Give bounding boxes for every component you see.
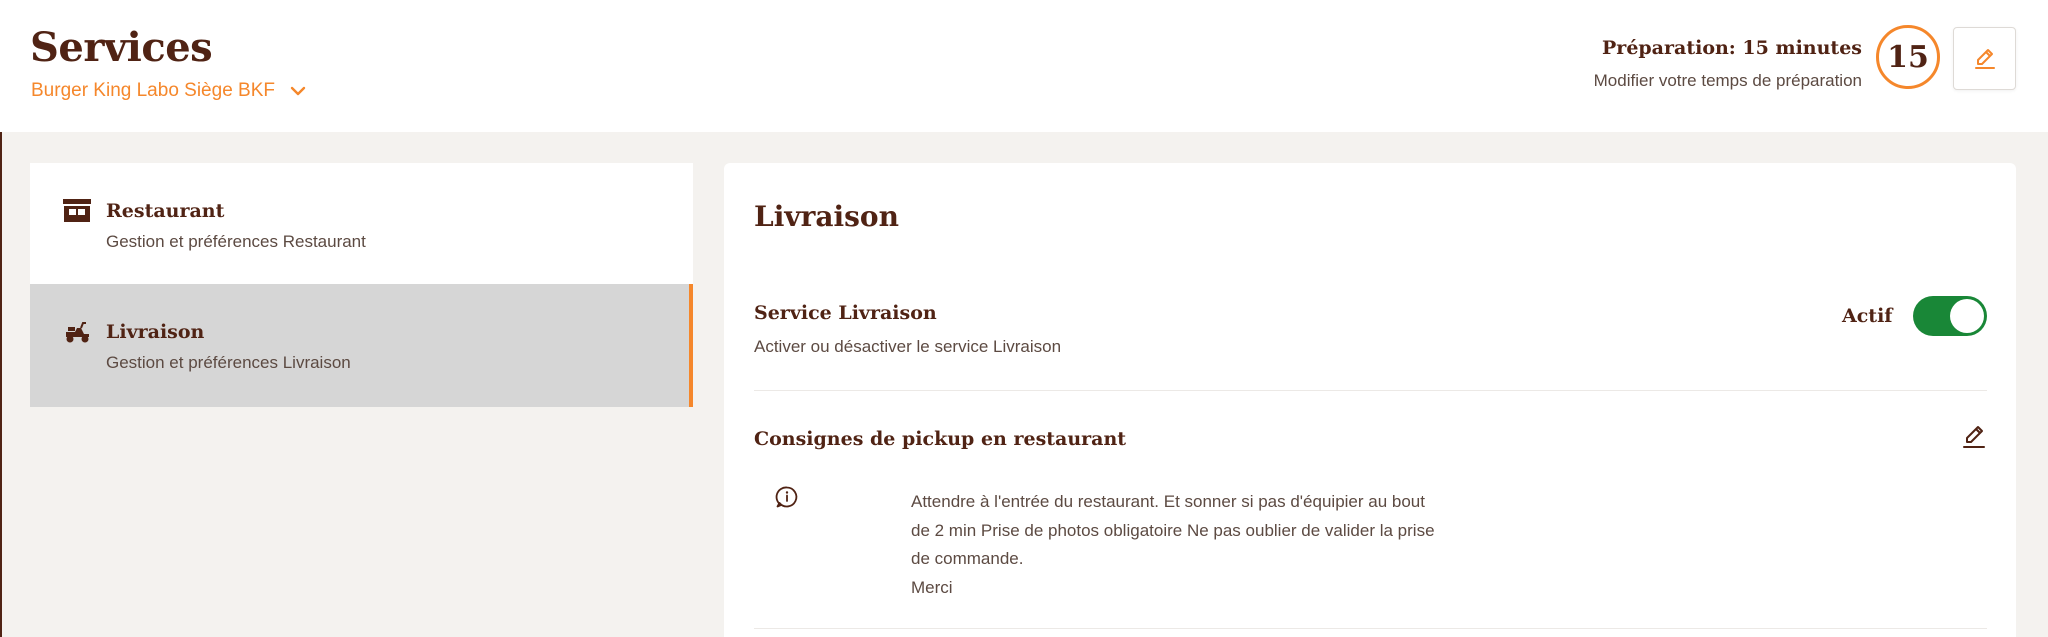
scooter-icon: [66, 322, 89, 343]
service-status-label: Actif: [1842, 305, 1893, 327]
sidebar-item-livraison[interactable]: Livraison Gestion et préférences Livrais…: [30, 284, 693, 407]
preparation-minutes-badge: 15: [1876, 25, 1940, 89]
preparation-subtitle: Modifier votre temps de préparation: [1593, 71, 1862, 90]
preparation-info: Préparation: 15 minutes Modifier votre t…: [1594, 37, 1862, 91]
sidebar-item-title: Restaurant: [106, 200, 225, 222]
edit-pickup-icon[interactable]: [1960, 423, 1988, 451]
chevron-down-icon: [290, 86, 306, 96]
store-icon: [63, 199, 91, 222]
services-sidebar: Restaurant Gestion et préférences Restau…: [30, 163, 693, 407]
panel-title: Livraison: [754, 200, 899, 233]
restaurant-selector[interactable]: Burger King Labo Siège BKF: [31, 80, 307, 102]
restaurant-name: Burger King Labo Siège BKF: [31, 80, 275, 101]
sidebar-item-description: Gestion et préférences Restaurant: [106, 232, 366, 251]
message-info-icon: [775, 486, 798, 508]
divider: [754, 628, 1987, 629]
service-livraison-title: Service Livraison: [754, 302, 937, 324]
sidebar-item-title: Livraison: [106, 321, 205, 343]
livraison-panel: Livraison Service Livraison Activer ou d…: [724, 163, 2016, 637]
edit-preparation-button[interactable]: [1953, 27, 2016, 90]
service-livraison-description: Activer ou désactiver le service Livrais…: [754, 337, 1062, 356]
service-livraison-toggle[interactable]: [1913, 296, 1987, 336]
page-header: Services Burger King Labo Siège BKF Prép…: [0, 0, 2048, 132]
page-title: Services: [30, 24, 213, 71]
pencil-icon: [1974, 48, 1995, 69]
toggle-knob: [1950, 299, 1984, 333]
sidebar-item-description: Gestion et préférences Livraison: [106, 353, 351, 372]
pickup-instructions-title: Consignes de pickup en restaurant: [754, 428, 1127, 450]
preparation-title: Préparation: 15 minutes: [1602, 37, 1862, 59]
sidebar-item-restaurant[interactable]: Restaurant Gestion et préférences Restau…: [30, 163, 693, 284]
pickup-instructions-text: Attendre à l'entrée du restaurant. Et so…: [911, 492, 1435, 597]
divider: [754, 390, 1987, 391]
